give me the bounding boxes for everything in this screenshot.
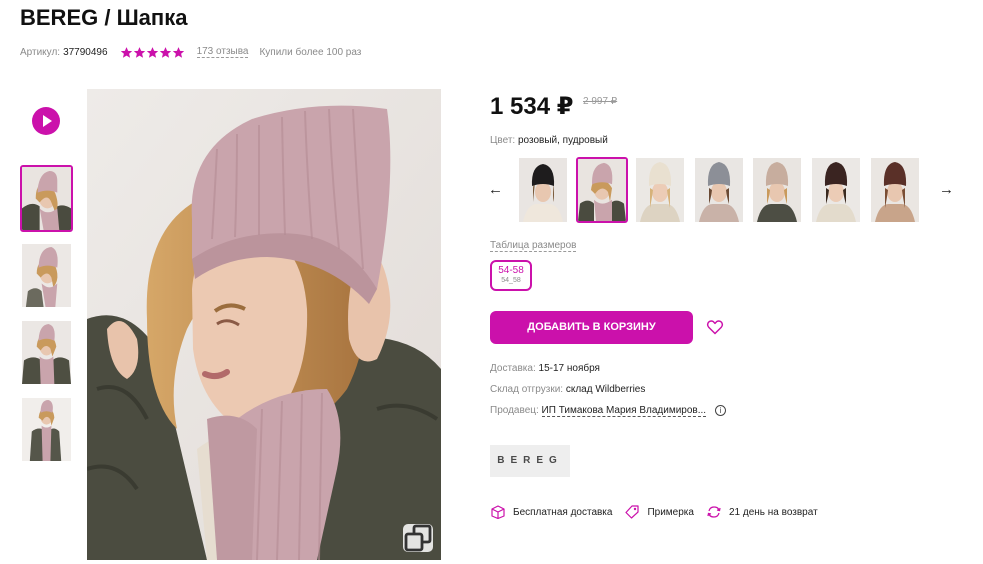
product-meta: Артикул: 37790496 173 отзыва Купили боле… bbox=[20, 45, 361, 59]
star-icon bbox=[172, 46, 184, 58]
variant-photo bbox=[519, 158, 567, 222]
star-icon bbox=[133, 46, 145, 58]
feature-label: 21 день на возврат bbox=[728, 506, 818, 518]
thumb-photo bbox=[22, 321, 71, 384]
return-icon bbox=[707, 506, 721, 518]
delivery-value: 15-17 ноября bbox=[538, 363, 600, 374]
size-sub-value: 54_58 bbox=[501, 277, 521, 284]
play-video-button[interactable] bbox=[32, 107, 60, 135]
arrow-right-icon[interactable]: → bbox=[939, 181, 954, 198]
zoom-button[interactable] bbox=[403, 524, 433, 552]
feature-free-delivery: Бесплатная доставка bbox=[490, 505, 612, 519]
star-icon bbox=[159, 46, 171, 58]
main-product-photo[interactable] bbox=[87, 89, 441, 560]
product-title: BEREG / Шапка bbox=[20, 5, 188, 30]
gallery-thumb-1[interactable] bbox=[20, 165, 73, 232]
feature-return: 21 день на возврат bbox=[706, 505, 818, 519]
tag-icon bbox=[625, 505, 640, 519]
variant-photo bbox=[812, 158, 860, 222]
color-variant-brown[interactable] bbox=[871, 158, 919, 222]
color-variant-pink[interactable] bbox=[576, 157, 628, 223]
star-icon bbox=[146, 46, 158, 58]
star-icon bbox=[120, 46, 132, 58]
brand-logo[interactable]: BEREG bbox=[490, 445, 570, 477]
color-variant-cream[interactable] bbox=[636, 158, 684, 222]
rating-stars[interactable] bbox=[120, 46, 185, 59]
color-variant-black[interactable] bbox=[519, 158, 567, 222]
heart-icon[interactable] bbox=[706, 319, 724, 335]
variant-photo bbox=[753, 158, 801, 222]
article-number: 37790496 bbox=[63, 46, 108, 58]
seller-link[interactable]: ИП Тимакова Мария Владимиров... bbox=[541, 405, 707, 418]
warehouse-info: Склад отгрузки: склад Wildberries bbox=[490, 384, 645, 395]
article-label: Артикул: bbox=[20, 46, 61, 58]
delivery-info: Доставка: 15-17 ноября bbox=[490, 363, 600, 374]
thumb-photo bbox=[22, 244, 71, 307]
seller-info: Продавец: ИП Тимакова Мария Владимиров..… bbox=[490, 405, 726, 418]
color-variant-beige[interactable] bbox=[753, 158, 801, 222]
current-price: 1 534 ₽ bbox=[490, 93, 574, 120]
color-variant-grey[interactable] bbox=[695, 158, 743, 222]
bought-count: Купили более 100 раз bbox=[259, 46, 362, 58]
box-icon bbox=[491, 505, 505, 519]
info-icon[interactable]: i bbox=[714, 405, 726, 416]
thumb-photo bbox=[22, 167, 71, 230]
variant-photo bbox=[695, 158, 743, 222]
feature-fitting: Примерка bbox=[624, 505, 694, 519]
seller-label: Продавец: bbox=[490, 405, 539, 417]
old-price: 2 997 ₽ bbox=[583, 96, 618, 107]
color-value: розовый, пудровый bbox=[517, 135, 608, 146]
delivery-label: Доставка: bbox=[490, 363, 536, 374]
arrow-left-icon[interactable]: ← bbox=[488, 181, 503, 198]
gallery-thumb-4[interactable] bbox=[22, 398, 71, 461]
add-to-cart-button[interactable]: ДОБАВИТЬ В КОРЗИНУ bbox=[490, 311, 693, 344]
reviews-link[interactable]: 173 отзыва bbox=[196, 46, 249, 58]
feature-label: Примерка bbox=[647, 506, 694, 518]
zoom-icon bbox=[404, 524, 432, 552]
color-variant-darkbrown[interactable] bbox=[812, 158, 860, 222]
size-value: 54-58 bbox=[498, 265, 524, 276]
variant-photo bbox=[871, 158, 919, 222]
feature-label: Бесплатная доставка bbox=[513, 506, 613, 518]
warehouse-label: Склад отгрузки: bbox=[490, 384, 564, 395]
size-table-link[interactable]: Таблица размеров bbox=[490, 240, 577, 252]
color-label: Цвет: розовый, пудровый bbox=[490, 135, 608, 146]
variant-photo bbox=[636, 158, 684, 222]
size-option-selected[interactable]: 54-58 54_58 bbox=[490, 260, 532, 291]
thumb-photo bbox=[22, 398, 71, 461]
product-image bbox=[87, 89, 441, 560]
features-row: Бесплатная доставка Примерка 21 день на … bbox=[490, 504, 830, 520]
gallery-thumb-2[interactable] bbox=[22, 244, 71, 307]
variant-photo bbox=[578, 159, 626, 221]
color-label-text: Цвет: bbox=[490, 135, 516, 146]
gallery-thumb-3[interactable] bbox=[22, 321, 71, 384]
warehouse-value: склад Wildberries bbox=[565, 384, 646, 395]
